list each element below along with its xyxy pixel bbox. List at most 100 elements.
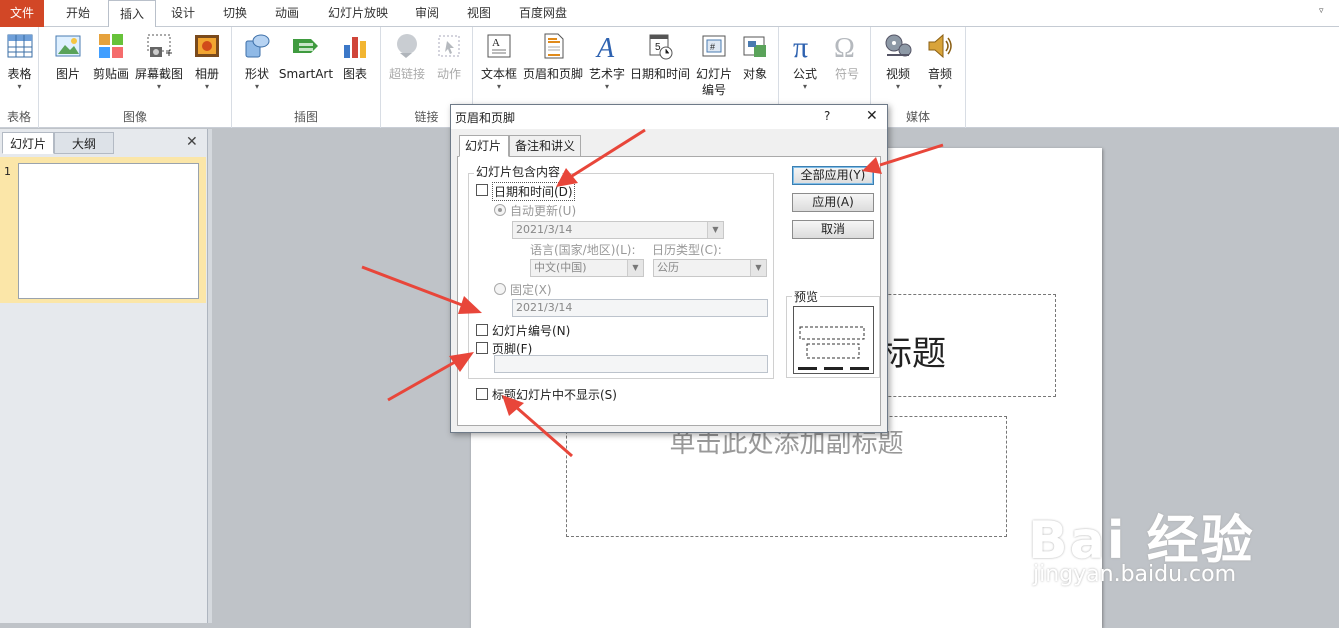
symbol-button[interactable]: Ω 符号 xyxy=(829,31,865,82)
help-button[interactable]: ? xyxy=(824,109,830,123)
slide-number-label: 幻灯片编号(N) xyxy=(492,324,571,338)
clipart-icon xyxy=(99,34,123,58)
apply-button[interactable]: 应用(A) xyxy=(792,193,874,212)
group-label-images: 图像 xyxy=(122,110,147,124)
language-select[interactable]: 中文(中国) ▼ xyxy=(530,259,644,277)
audio-button[interactable]: 音频 ▾ xyxy=(921,31,959,92)
dropdown-arrow-icon: ▾ xyxy=(895,82,900,91)
tab-design[interactable]: 设计 xyxy=(162,0,204,27)
wordart-button[interactable]: A 艺术字 ▾ xyxy=(587,31,627,92)
datetime-button[interactable]: 5 日期和时间 xyxy=(629,31,691,82)
chevron-down-icon: ▼ xyxy=(750,260,766,276)
symbol-label: 符号 xyxy=(834,67,859,81)
footer-input[interactable] xyxy=(494,355,768,373)
chart-button[interactable]: 图表 xyxy=(338,31,372,82)
cancel-button[interactable]: 取消 xyxy=(792,220,874,239)
hyperlink-label: 超链接 xyxy=(388,67,425,81)
dropdown-arrow-icon: ▾ xyxy=(937,82,942,91)
tab-transitions[interactable]: 切换 xyxy=(214,0,256,27)
tab-slides[interactable]: 幻灯片 xyxy=(2,132,54,154)
apply-all-button[interactable]: 全部应用(Y) xyxy=(792,166,874,185)
dont-show-title-label: 标题幻灯片中不显示(S) xyxy=(492,388,617,402)
chart-icon xyxy=(344,37,366,58)
dropdown-arrow-icon: ▾ xyxy=(17,82,22,91)
smartart-label: SmartArt xyxy=(278,67,334,81)
object-icon xyxy=(743,36,766,57)
chevron-down-icon: ▼ xyxy=(707,222,723,238)
ribbon-collapse-icon[interactable]: ▿ xyxy=(1319,6,1331,18)
group-illustrations: 形状 ▾ SmartArt 图表 插图 xyxy=(232,27,381,128)
preview-thumbnail xyxy=(793,306,874,374)
dropdown-arrow-icon: ▾ xyxy=(204,82,209,91)
video-button[interactable]: 视频 ▾ xyxy=(879,31,917,92)
svg-text:Ω: Ω xyxy=(834,33,855,61)
clipart-label: 剪贴画 xyxy=(92,67,129,81)
dialog-close-button[interactable]: ✕ xyxy=(866,108,878,124)
svg-text:#: # xyxy=(710,42,715,52)
clipart-button[interactable]: 剪贴画 xyxy=(90,31,132,82)
subtitle-placeholder[interactable]: 单击此处添加副标题 xyxy=(566,416,1007,537)
smartart-button[interactable]: SmartArt xyxy=(278,31,334,82)
slide-number: 1 xyxy=(4,165,11,178)
tab-animations[interactable]: 动画 xyxy=(265,0,309,27)
close-icon[interactable]: ✕ xyxy=(186,134,198,150)
tab-outline[interactable]: 大纲 xyxy=(54,132,114,154)
fixed-label: 固定(X) xyxy=(510,283,552,297)
group-label-table: 表格 xyxy=(6,110,31,124)
dialog-title: 页眉和页脚 xyxy=(455,111,516,125)
calendar-select[interactable]: 公历 ▼ xyxy=(653,259,767,277)
screenshot-label: 屏幕截图 xyxy=(134,67,183,81)
textbox-label: 文本框 xyxy=(480,67,517,81)
textbox-button[interactable]: A 文本框 ▾ xyxy=(479,31,519,92)
header-footer-button[interactable]: 页眉和页脚 xyxy=(521,31,585,82)
language-label: 语言(国家/地区)(L): xyxy=(530,243,636,257)
fixed-radio[interactable] xyxy=(494,283,506,295)
album-icon xyxy=(195,35,219,57)
album-label: 相册 xyxy=(194,67,219,81)
smartart-icon xyxy=(293,39,318,53)
svg-text:A: A xyxy=(492,37,500,49)
slide-number-button[interactable]: # 幻灯片 编号 xyxy=(693,31,735,98)
tab-slide[interactable]: 幻灯片 xyxy=(459,135,509,157)
datetime-checkbox[interactable] xyxy=(476,184,488,196)
shapes-button[interactable]: 形状 ▾ xyxy=(240,31,274,92)
footer-checkbox[interactable] xyxy=(476,342,488,354)
slide-number-label: 幻灯片 编号 xyxy=(695,67,732,97)
header-footer-dialog: 页眉和页脚 ? ✕ 幻灯片 备注和讲义 幻灯片包含内容 日期和时间(D) 自动更… xyxy=(450,104,888,433)
screenshot-button[interactable]: 屏幕截图 ▾ xyxy=(134,31,184,92)
tab-slideshow[interactable]: 幻灯片放映 xyxy=(318,0,398,27)
svg-text:π: π xyxy=(793,31,808,61)
datetime-label: 日期和时间(D) xyxy=(492,182,575,201)
album-button[interactable]: 相册 ▾ xyxy=(187,31,227,92)
screenshot-icon xyxy=(147,34,172,57)
equation-button[interactable]: π 公式 ▾ xyxy=(787,31,823,92)
tab-view[interactable]: 视图 xyxy=(458,0,500,27)
picture-icon xyxy=(55,35,81,57)
object-button[interactable]: 对象 xyxy=(737,31,773,82)
chevron-down-icon: ▼ xyxy=(627,260,643,276)
table-button[interactable]: 表格 ▾ xyxy=(2,31,37,92)
fixed-date-input[interactable]: 2021/3/14 xyxy=(512,299,768,317)
pi-icon: π xyxy=(793,31,808,61)
picture-button[interactable]: 图片 xyxy=(49,31,87,82)
hyperlink-button[interactable]: 超链接 xyxy=(387,31,427,82)
slide-thumbnail[interactable] xyxy=(18,163,199,299)
group-table: 表格 ▾ 表格 xyxy=(0,27,39,128)
slide-number-checkbox[interactable] xyxy=(476,324,488,336)
tab-insert[interactable]: 插入 xyxy=(108,0,156,28)
auto-update-label: 自动更新(U) xyxy=(510,204,577,218)
tab-notes-handouts[interactable]: 备注和讲义 xyxy=(509,135,581,157)
dropdown-arrow-icon: ▾ xyxy=(496,82,501,91)
auto-update-value: 2021/3/14 xyxy=(516,223,573,236)
tab-baidu-netdisk[interactable]: 百度网盘 xyxy=(510,0,576,27)
datetime-label: 日期和时间 xyxy=(629,67,690,81)
auto-update-radio[interactable] xyxy=(494,204,506,216)
tab-file[interactable]: 文件 xyxy=(0,0,44,27)
auto-update-select[interactable]: 2021/3/14 ▼ xyxy=(512,221,724,239)
hyperlink-icon xyxy=(397,34,417,58)
action-button[interactable]: 动作 xyxy=(431,31,467,82)
dont-show-title-checkbox[interactable] xyxy=(476,388,488,400)
tab-review[interactable]: 审阅 xyxy=(406,0,448,27)
tab-home[interactable]: 开始 xyxy=(55,0,101,27)
video-icon xyxy=(885,34,912,57)
